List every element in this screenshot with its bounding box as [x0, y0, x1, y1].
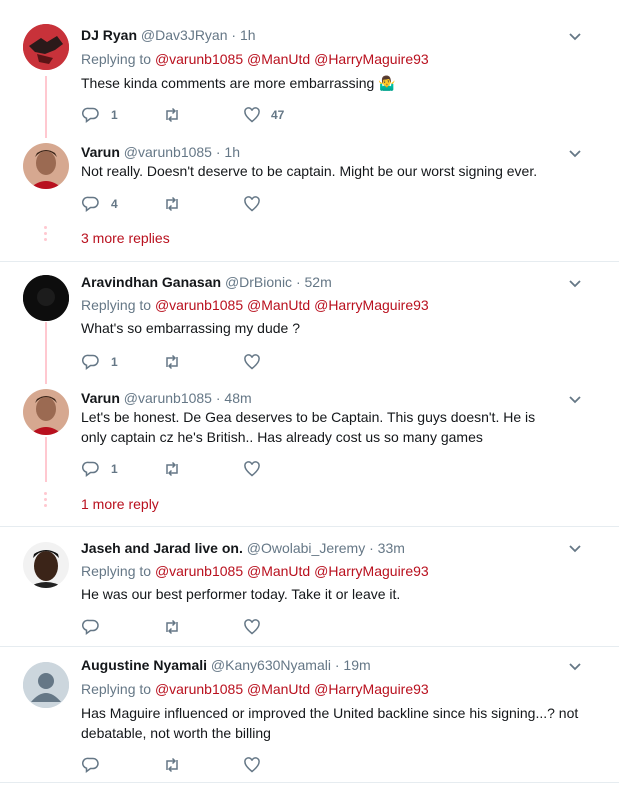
reply-count: 1	[111, 462, 118, 476]
tweet[interactable]: Varun @varunb1085 · 48m Let's be honest.…	[0, 387, 619, 482]
heart-icon[interactable]	[243, 756, 261, 774]
retweet-icon[interactable]	[163, 618, 181, 636]
tweet-actions	[81, 756, 381, 774]
tweet-header: Augustine Nyamali @Kany630Nyamali · 19m	[81, 657, 371, 673]
retweet-icon[interactable]	[163, 353, 181, 371]
replying-to-label: Replying to	[81, 681, 152, 697]
display-name[interactable]: Augustine Nyamali	[81, 657, 207, 673]
heart-icon[interactable]	[243, 106, 261, 124]
chevron-down-icon[interactable]	[568, 279, 582, 289]
handle-time[interactable]: @Dav3JRyan · 1h	[141, 27, 256, 43]
replying-to: Replying to @varunb1085 @ManUtd @HarryMa…	[81, 681, 429, 697]
tweet-header: DJ Ryan @Dav3JRyan · 1h	[81, 27, 256, 43]
tweet-header: Aravindhan Ganasan @DrBionic · 52m	[81, 274, 332, 290]
reply-icon[interactable]	[82, 353, 100, 371]
show-more-replies-link[interactable]: 3 more replies	[81, 230, 170, 246]
tweet[interactable]: Varun @varunb1085 · 1h Not really. Doesn…	[0, 140, 619, 215]
display-name[interactable]: DJ Ryan	[81, 27, 137, 43]
avatar-varun[interactable]	[23, 389, 69, 435]
avatar-jaseh[interactable]	[23, 542, 69, 588]
thread-3: Jaseh and Jarad live on. @Owolabi_Jeremy…	[0, 527, 619, 647]
display-name[interactable]: Varun	[81, 390, 120, 406]
replying-to: Replying to @varunb1085 @ManUtd @HarryMa…	[81, 51, 429, 67]
replying-to-label: Replying to	[81, 51, 152, 67]
mentions-link[interactable]: @varunb1085 @ManUtd @HarryMaguire93	[155, 563, 429, 579]
replying-to: Replying to @varunb1085 @ManUtd @HarryMa…	[81, 297, 429, 313]
like-count: 47	[271, 108, 285, 122]
tweet-actions: 1 47	[81, 106, 381, 124]
mentions-link[interactable]: @varunb1085 @ManUtd @HarryMaguire93	[155, 51, 429, 67]
chevron-down-icon[interactable]	[568, 32, 582, 42]
avatar-dj-ryan[interactable]	[23, 24, 69, 70]
show-more-replies-link[interactable]: 1 more reply	[81, 496, 159, 512]
retweet-icon[interactable]	[163, 195, 181, 213]
tweet-text: What's so embarrassing my dude ?	[81, 320, 300, 336]
mentions-link[interactable]: @varunb1085 @ManUtd @HarryMaguire93	[155, 297, 429, 313]
retweet-icon[interactable]	[163, 460, 181, 478]
tweet-actions: 1	[81, 460, 381, 478]
heart-icon[interactable]	[243, 353, 261, 371]
thread-line	[45, 437, 47, 482]
display-name[interactable]: Varun	[81, 144, 120, 160]
tweet-text: Not really. Doesn't deserve to be captai…	[81, 163, 538, 179]
tweet-header: Varun @varunb1085 · 1h	[81, 144, 240, 160]
handle-time[interactable]: @DrBionic · 52m	[225, 274, 332, 290]
tweet[interactable]: Augustine Nyamali @Kany630Nyamali · 19m …	[0, 647, 619, 782]
chevron-down-icon[interactable]	[568, 395, 582, 405]
tweet-actions: 1	[81, 353, 381, 371]
reply-icon[interactable]	[82, 756, 100, 774]
tweet[interactable]: Jaseh and Jarad live on. @Owolabi_Jeremy…	[0, 527, 619, 646]
thread-dots	[44, 226, 48, 244]
replying-to-label: Replying to	[81, 297, 152, 313]
reply-count: 4	[111, 197, 118, 211]
avatar-augustine[interactable]	[23, 662, 69, 708]
conversation-timeline: { "colors": {"accent":"#b9101e","muted":…	[0, 0, 619, 788]
tweet-header: Varun @varunb1085 · 48m	[81, 390, 252, 406]
handle-time[interactable]: @varunb1085 · 48m	[124, 390, 252, 406]
tweet-header: Jaseh and Jarad live on. @Owolabi_Jeremy…	[81, 540, 405, 556]
handle-time[interactable]: @Owolabi_Jeremy · 33m	[247, 540, 405, 556]
chevron-down-icon[interactable]	[568, 662, 582, 672]
retweet-icon[interactable]	[163, 756, 181, 774]
display-name[interactable]: Aravindhan Ganasan	[81, 274, 221, 290]
reply-icon[interactable]	[82, 195, 100, 213]
tweet-actions: 4	[81, 195, 381, 213]
thread-dots	[44, 492, 48, 510]
avatar-aravindhan[interactable]	[23, 275, 69, 321]
replying-to: Replying to @varunb1085 @ManUtd @HarryMa…	[81, 563, 429, 579]
tweet-text: Let's be honest. De Gea deserves to be C…	[81, 409, 536, 445]
replying-to-label: Replying to	[81, 563, 152, 579]
reply-icon[interactable]	[82, 460, 100, 478]
reply-icon[interactable]	[82, 106, 100, 124]
retweet-icon[interactable]	[163, 106, 181, 124]
tweet-text: These kinda comments are more embarrassi…	[81, 75, 396, 91]
display-name[interactable]: Jaseh and Jarad live on.	[81, 540, 243, 556]
heart-icon[interactable]	[243, 618, 261, 636]
thread-4: Augustine Nyamali @Kany630Nyamali · 19m …	[0, 647, 619, 783]
chevron-down-icon[interactable]	[568, 149, 582, 159]
heart-icon[interactable]	[243, 195, 261, 213]
tweet[interactable]: DJ Ryan @Dav3JRyan · 1h Replying to @var…	[0, 0, 619, 140]
tweet-actions	[81, 618, 381, 636]
chevron-down-icon[interactable]	[568, 544, 582, 554]
mentions-link[interactable]: @varunb1085 @ManUtd @HarryMaguire93	[155, 681, 429, 697]
avatar-varun[interactable]	[23, 143, 69, 189]
handle-time[interactable]: @varunb1085 · 1h	[124, 144, 240, 160]
tweet[interactable]: Aravindhan Ganasan @DrBionic · 52m Reply…	[0, 262, 619, 387]
handle-time[interactable]: @Kany630Nyamali · 19m	[211, 657, 371, 673]
thread-1: DJ Ryan @Dav3JRyan · 1h Replying to @var…	[0, 0, 619, 262]
tweet-text: Has Maguire influenced or improved the U…	[81, 705, 579, 741]
tweet-text: He was our best performer today. Take it…	[81, 586, 401, 602]
reply-icon[interactable]	[82, 618, 100, 636]
thread-2: Aravindhan Ganasan @DrBionic · 52m Reply…	[0, 262, 619, 527]
reply-count: 1	[111, 108, 118, 122]
heart-icon[interactable]	[243, 460, 261, 478]
reply-count: 1	[111, 355, 118, 369]
